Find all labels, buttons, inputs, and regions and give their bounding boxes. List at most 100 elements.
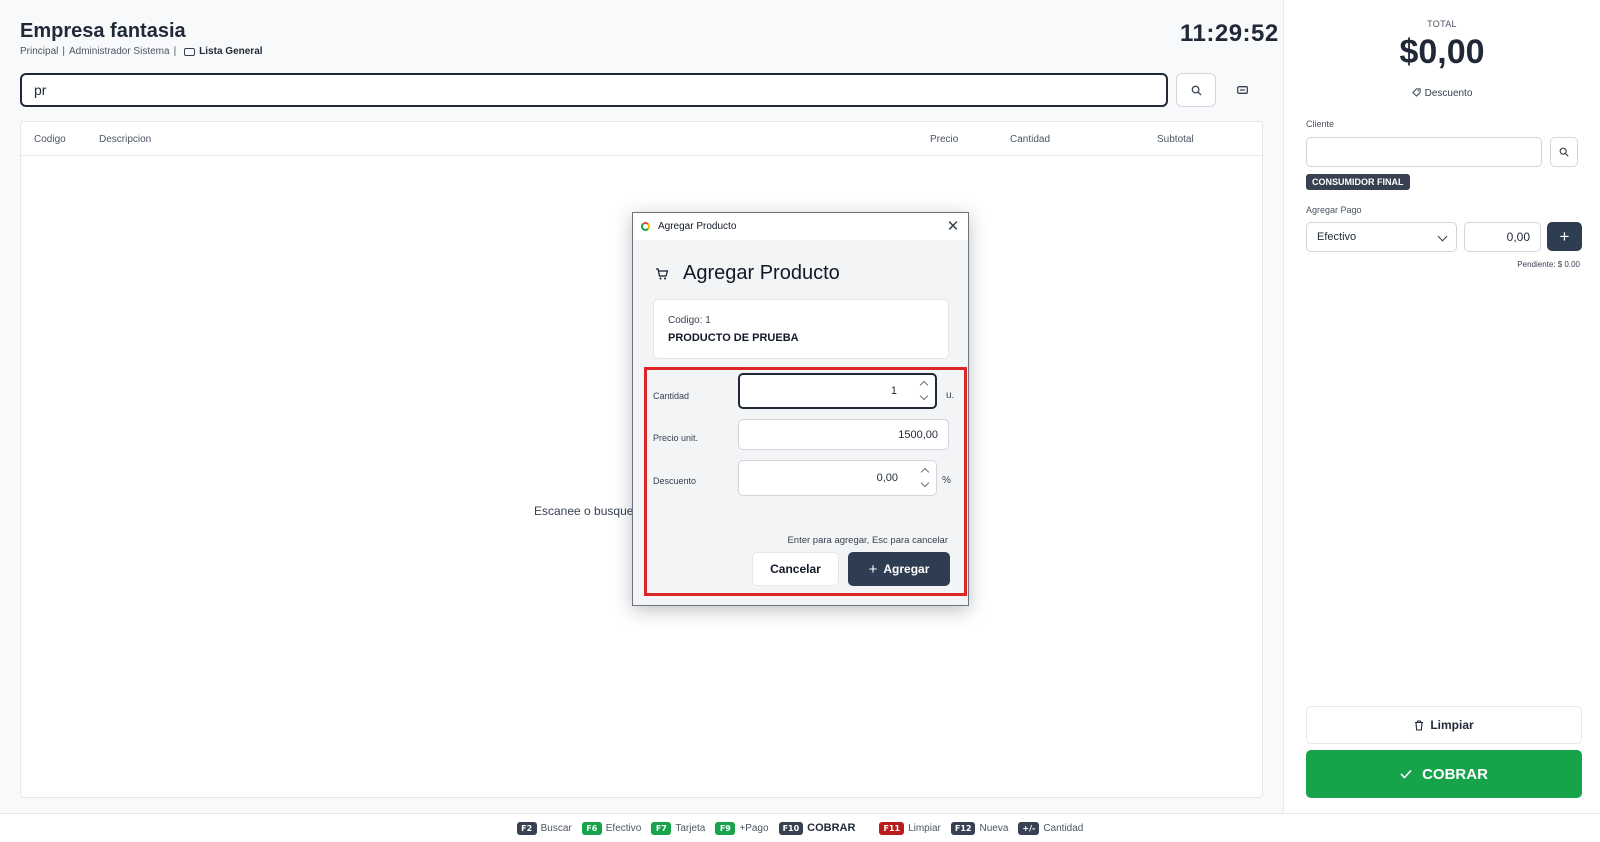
shortcut-item: F2 Buscar bbox=[516, 821, 572, 835]
shortcut-key: F7 bbox=[651, 821, 672, 835]
product-card: Codigo: 1 PRODUCTO DE PRUEBA bbox=[653, 299, 949, 359]
cart-icon bbox=[656, 267, 669, 279]
shortcut-label: Efectivo bbox=[605, 822, 642, 834]
session-info: Principal | Administrador Sistema | List… bbox=[20, 46, 263, 57]
charge-button-label: COBRAR bbox=[1422, 765, 1488, 783]
plus-icon: + bbox=[868, 560, 878, 578]
tag-icon bbox=[1411, 88, 1421, 97]
ticket-icon bbox=[1236, 86, 1248, 94]
shortcut-label: COBRAR bbox=[807, 822, 856, 834]
column-header: Precio bbox=[930, 134, 959, 145]
column-header: Descripcion bbox=[99, 134, 152, 145]
clock: 11:29:52 bbox=[1180, 20, 1279, 47]
quantity-label: Cantidad bbox=[653, 391, 690, 401]
discount-input[interactable]: 0,00 bbox=[738, 460, 937, 496]
column-header: Cantidad bbox=[1010, 134, 1051, 145]
branch-name: Principal bbox=[20, 46, 59, 57]
discount-link[interactable]: Descuento bbox=[1284, 88, 1600, 99]
discount-unit: % bbox=[942, 475, 951, 486]
add-product-button-label: Agregar bbox=[883, 562, 930, 576]
column-header: Subtotal bbox=[1157, 134, 1194, 145]
column-header: Codigo bbox=[34, 134, 66, 145]
price-list-icon bbox=[184, 47, 196, 56]
separator: | bbox=[62, 46, 65, 57]
total-label: TOTAL bbox=[1427, 19, 1457, 29]
shortcut-label: Nueva bbox=[979, 822, 1009, 834]
chevron-down-icon[interactable] bbox=[920, 478, 930, 488]
clear-button-label: Limpiar bbox=[1430, 718, 1474, 732]
shortcut-label: Cantidad bbox=[1043, 822, 1084, 834]
shortcut-item: F10 COBRAR bbox=[778, 821, 856, 835]
price-list-button[interactable] bbox=[1230, 80, 1254, 100]
client-badge: CONSUMIDOR FINAL bbox=[1306, 174, 1410, 190]
shortcut-label: Buscar bbox=[540, 822, 572, 834]
payment-method-value: Efectivo bbox=[1317, 231, 1357, 243]
shortcut-bar: F2 Buscar F6 Efectivo F7 Tarjeta F9 +Pago F1… bbox=[0, 813, 1600, 842]
search-icon bbox=[1191, 85, 1202, 96]
user-name: Administrador Sistema bbox=[68, 46, 170, 57]
client-search-button[interactable] bbox=[1550, 137, 1578, 167]
shortcut-item: +/- Cantidad bbox=[1018, 821, 1084, 835]
shortcut-key: F12 bbox=[950, 821, 976, 835]
separator: | bbox=[173, 46, 177, 57]
keyboard-hint: Enter para agregar, Esc para cancelar bbox=[787, 535, 948, 546]
add-payment-button[interactable]: + bbox=[1547, 222, 1582, 251]
search-icon bbox=[1559, 147, 1569, 157]
cancel-button[interactable]: Cancelar bbox=[752, 552, 839, 586]
dialog-titlebar[interactable]: Agregar Producto ✕ bbox=[633, 213, 968, 240]
quantity-unit: u. bbox=[946, 390, 955, 401]
charge-button[interactable]: COBRAR bbox=[1306, 750, 1582, 798]
chevron-up-icon[interactable] bbox=[919, 380, 929, 390]
quantity-stepper[interactable] bbox=[919, 380, 929, 401]
checkout-panel: TOTAL $0,00 Descuento Cliente CONSUMIDOR… bbox=[1283, 0, 1600, 813]
shortcut-label: Limpiar bbox=[908, 822, 941, 834]
discount-stepper[interactable] bbox=[920, 467, 930, 488]
shortcut-item: F11 Limpiar bbox=[879, 821, 941, 835]
trash-icon bbox=[1415, 719, 1424, 731]
payment-label: Agregar Pago bbox=[1306, 205, 1362, 215]
product-search-input[interactable]: pr bbox=[20, 73, 1168, 107]
search-value: pr bbox=[34, 82, 47, 98]
chevron-up-icon[interactable] bbox=[920, 467, 930, 477]
close-icon[interactable]: ✕ bbox=[944, 217, 962, 235]
app-icon bbox=[641, 222, 650, 231]
shortcut-key: F10 bbox=[778, 821, 804, 835]
unit-price-input[interactable]: 1500,00 bbox=[738, 419, 949, 450]
check-icon bbox=[1400, 769, 1412, 779]
client-input[interactable] bbox=[1306, 137, 1542, 167]
payment-method-select[interactable]: Efectivo bbox=[1306, 222, 1457, 252]
shortcut-key: F9 bbox=[715, 821, 736, 835]
shortcut-label: Tarjeta bbox=[675, 822, 706, 834]
price-list-name[interactable]: Lista General bbox=[199, 46, 262, 57]
clear-button[interactable]: Limpiar bbox=[1306, 706, 1582, 744]
dialog-window-title: Agregar Producto bbox=[658, 221, 737, 232]
company-name: Empresa fantasia bbox=[20, 20, 186, 42]
shortcut-key: F11 bbox=[879, 821, 905, 835]
add-product-button[interactable]: + Agregar bbox=[848, 552, 950, 586]
shortcut-label: +Pago bbox=[739, 822, 769, 834]
shortcut-item: F6 Efectivo bbox=[581, 821, 642, 835]
add-product-dialog: Agregar Producto ✕ Agregar Producto Codi… bbox=[632, 212, 969, 606]
payment-amount-input[interactable]: 0,00 bbox=[1464, 222, 1541, 252]
discount-link-label: Descuento bbox=[1424, 88, 1473, 99]
chevron-down-icon bbox=[1437, 231, 1448, 242]
discount-value: 0,00 bbox=[876, 472, 898, 484]
shortcut-key: F6 bbox=[581, 821, 602, 835]
unit-price-value: 1500,00 bbox=[898, 428, 938, 441]
search-button[interactable] bbox=[1176, 73, 1216, 107]
quantity-value: 1 bbox=[890, 385, 897, 397]
table-header: Codigo Descripcion Precio Cantidad Subto… bbox=[21, 122, 1262, 156]
dialog-heading: Agregar Producto bbox=[655, 262, 840, 285]
shortcut-item: F9 +Pago bbox=[715, 821, 769, 835]
client-label: Cliente bbox=[1306, 119, 1335, 129]
shortcut-key: F2 bbox=[516, 821, 537, 835]
quantity-input[interactable]: 1 bbox=[738, 373, 937, 409]
unit-price-label: Precio unit. bbox=[653, 433, 699, 443]
total-amount: $0,00 bbox=[1399, 33, 1485, 71]
dialog-heading-text: Agregar Producto bbox=[683, 262, 840, 284]
shortcut-key: +/- bbox=[1018, 821, 1040, 835]
chevron-down-icon[interactable] bbox=[919, 391, 929, 401]
discount-label: Descuento bbox=[653, 476, 697, 486]
product-name: PRODUCTO DE PRUEBA bbox=[668, 332, 799, 344]
pending-amount: Pendiente: $ 0.00 bbox=[1517, 260, 1580, 269]
